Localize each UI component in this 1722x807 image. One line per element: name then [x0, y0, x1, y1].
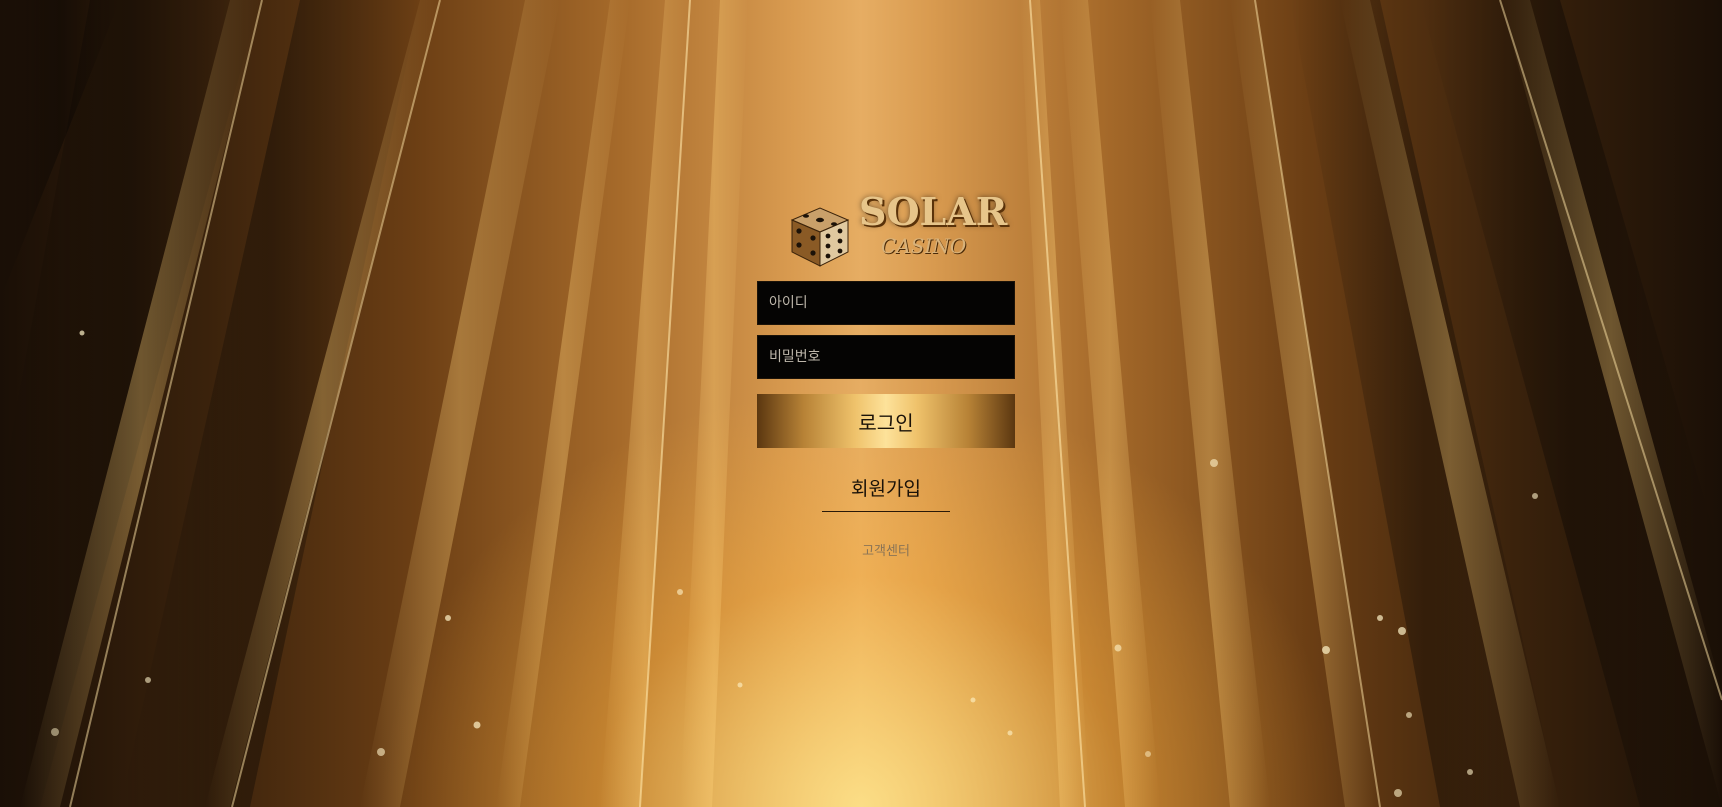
signup-link[interactable]: 회원가입 — [822, 474, 950, 512]
login-panel: SOLAR CASINO 로그인 회원가입 고객센터 — [757, 190, 1015, 559]
username-input[interactable] — [757, 281, 1015, 325]
customer-support-link[interactable]: 고객센터 — [757, 540, 1015, 559]
brand-name: SOLAR — [859, 189, 1008, 234]
brand-logo: SOLAR CASINO — [757, 190, 1015, 272]
password-input[interactable] — [757, 335, 1015, 379]
login-page: SOLAR CASINO 로그인 회원가입 고객센터 — [0, 0, 1722, 807]
dice-icon — [790, 207, 850, 267]
brand-subtitle: CASINO — [881, 234, 967, 258]
login-button[interactable]: 로그인 — [757, 394, 1015, 448]
signup-wrapper: 회원가입 — [757, 474, 1015, 512]
